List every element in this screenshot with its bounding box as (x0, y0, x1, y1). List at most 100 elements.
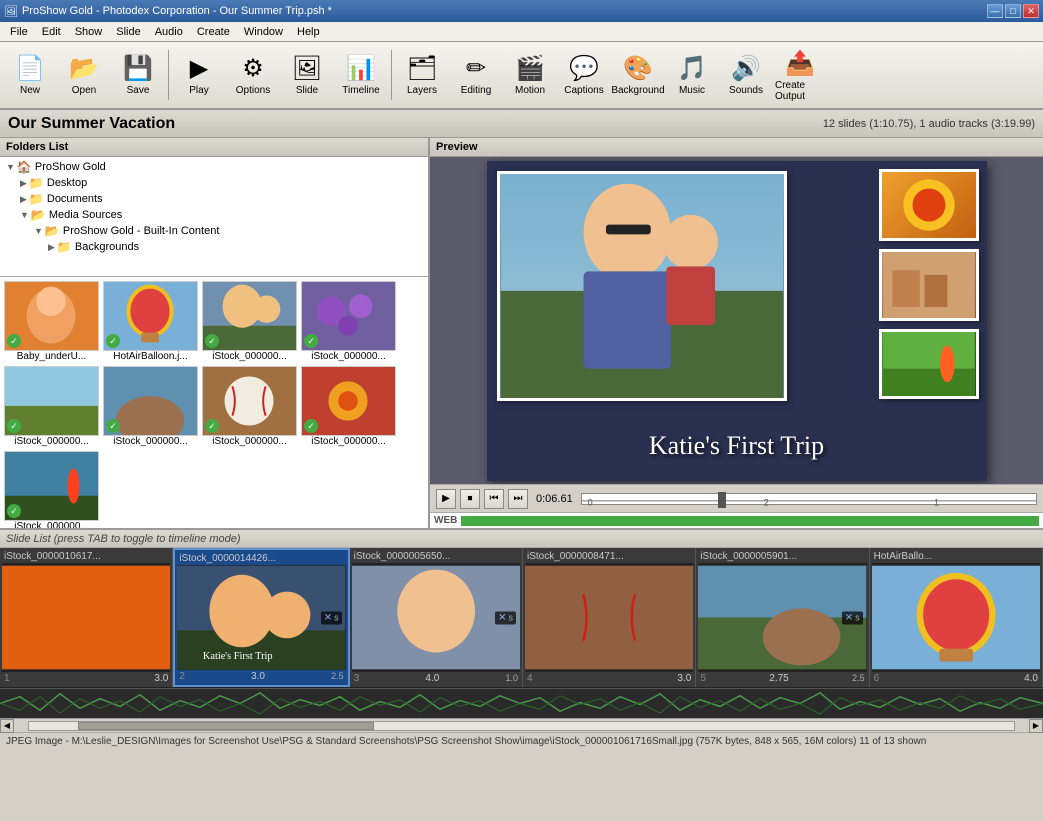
media-thumb-thumb7[interactable]: ✓ iStock_000000... (202, 366, 297, 447)
menu-item-help[interactable]: Help (291, 24, 326, 40)
progress-bar[interactable]: 0 2 1 (581, 493, 1037, 505)
folder-item-media-sources[interactable]: ▼ 📂 Media Sources (2, 207, 426, 223)
toolbar-btn-open[interactable]: 📂 Open (58, 45, 110, 105)
folder-icon: 📁 (57, 240, 72, 254)
toolbar-btn-new[interactable]: 📄New (4, 45, 56, 105)
sounds-icon: 🔊 (731, 54, 761, 83)
scroll-left-button[interactable]: ◀ (0, 719, 14, 733)
statusbar: JPEG Image - M:\Leslie_DESIGN\Images for… (0, 732, 1043, 750)
media-thumb-thumb4[interactable]: ✓ iStock_000000... (301, 281, 396, 362)
folder-item-proshow-gold[interactable]: ▼ 🏠 ProShow Gold (2, 159, 426, 175)
toolbar-btn-background[interactable]: 🎨Background (612, 45, 664, 105)
menu-item-audio[interactable]: Audio (149, 24, 189, 40)
scroll-right-button[interactable]: ▶ (1029, 719, 1043, 733)
preview-controls: ▶ ⏹ ⏮ ⏭ 0:06.61 0 2 1 (430, 484, 1043, 512)
media-thumb-img-thumb5: ✓ (4, 366, 99, 436)
folder-item-proshow-builtin[interactable]: ▼ 📂 ProShow Gold - Built-In Content (2, 223, 426, 239)
media-thumb-thumb2[interactable]: ✓ HotAirBalloon.j... (103, 281, 198, 362)
project-info: 12 slides (1:10.75), 1 audio tracks (3:1… (823, 118, 1035, 130)
slide-item-3[interactable]: iStock_0000008471... 4 3.0 (523, 548, 696, 687)
music-label: Music (679, 85, 705, 96)
media-thumb-label-thumb9: iStock_000000... (14, 521, 89, 528)
slide-item-2[interactable]: iStock_0000005650... ✕s 3 4.0 1.0 (350, 548, 523, 687)
media-thumb-thumb5[interactable]: ✓ iStock_000000... (4, 366, 99, 447)
media-thumb-img-thumb6: ✓ (103, 366, 198, 436)
menu-item-slide[interactable]: Slide (110, 24, 146, 40)
preview-photo-4 (879, 329, 979, 399)
slide-num-2: 3 (354, 673, 360, 684)
next-button[interactable]: ⏭ (508, 489, 528, 509)
slide-item-0[interactable]: iStock_0000010617... 1 3.0 (0, 548, 173, 687)
stop-button[interactable]: ⏹ (460, 489, 480, 509)
slide-header-1: iStock_0000014426... (177, 552, 345, 565)
folder-item-documents[interactable]: ▶ 📁 Documents (2, 191, 426, 207)
media-thumb-thumb6[interactable]: ✓ iStock_000000... (103, 366, 198, 447)
play-label: Play (189, 85, 208, 96)
toolbar-btn-play[interactable]: ▶ Play (173, 45, 225, 105)
menu-item-file[interactable]: File (4, 24, 34, 40)
preview-photo-3 (879, 249, 979, 321)
hscroll-track[interactable] (28, 721, 1015, 731)
slide-list-toggle[interactable]: Slide List (press TAB to toggle to timel… (6, 533, 241, 545)
slide-item-1[interactable]: iStock_0000014426... Katie's First Trip … (173, 548, 349, 687)
motion-icon: 🎬 (515, 54, 545, 83)
slide-header-5: HotAirBallo... (872, 550, 1040, 563)
media-thumb-label-thumb3: iStock_000000... (212, 351, 287, 362)
toolbar-btn-save[interactable]: 💾Save (112, 45, 164, 105)
new-label: New (20, 85, 40, 96)
slide-item-5[interactable]: HotAirBallo... 6 4.0 (870, 548, 1043, 687)
slide-thumb-2: ✕s (352, 563, 520, 672)
audio-strip (0, 688, 1043, 718)
folder-item-backgrounds[interactable]: ▶ 📁 Backgrounds (2, 239, 426, 255)
folder-tree[interactable]: ▼ 🏠 ProShow Gold ▶ 📁 Desktop ▶ 📁 Documen… (0, 157, 428, 277)
media-thumb-label-thumb2: HotAirBalloon.j... (113, 351, 187, 362)
expand-icon: ▼ (34, 226, 43, 236)
menu-item-window[interactable]: Window (238, 24, 289, 40)
toolbar-btn-editing[interactable]: ✏Editing (450, 45, 502, 105)
toolbar-btn-slide[interactable]: 🖼Slide (281, 45, 333, 105)
close-button[interactable]: ✕ (1023, 4, 1039, 18)
folder-label: Media Sources (49, 209, 122, 221)
slide-icon: 🖼 (292, 54, 322, 83)
toolbar-btn-motion[interactable]: 🎬Motion (504, 45, 556, 105)
toolbar-btn-create-output[interactable]: 📤Create Output (774, 45, 826, 105)
media-thumb-thumb9[interactable]: ✓ iStock_000000... (4, 451, 99, 528)
slide-filmstrip[interactable]: iStock_0000010617... 1 3.0 iStock_000001… (0, 548, 1043, 688)
prev-button[interactable]: ⏮ (484, 489, 504, 509)
media-thumb-thumb3[interactable]: ✓ iStock_000000... (202, 281, 297, 362)
slide-dur-2: 4.0 (425, 673, 439, 684)
hscroll-thumb[interactable] (78, 722, 374, 730)
toolbar-btn-sounds[interactable]: 🔊Sounds (720, 45, 772, 105)
minimize-button[interactable]: — (987, 4, 1003, 18)
folder-label: ProShow Gold (35, 161, 106, 173)
menu-item-show[interactable]: Show (69, 24, 109, 40)
play-icon: ▶ (190, 54, 208, 83)
folder-label: Backgrounds (75, 241, 139, 253)
media-thumb-thumb1[interactable]: ✓ Baby_underU... (4, 281, 99, 362)
project-title: Our Summer Vacation (8, 115, 175, 133)
folders-header: Folders List (0, 138, 428, 157)
toolbar-btn-captions[interactable]: 💬Captions (558, 45, 610, 105)
slide-item-4[interactable]: iStock_0000005901... ✕s 5 2.75 2.5 (696, 548, 869, 687)
open-label: Open (72, 85, 96, 96)
slide-thumb-1: Katie's First Trip ✕s (177, 565, 345, 670)
slide-footer-1: 2 3.0 2.5 (177, 670, 345, 683)
create-output-label: Create Output (775, 80, 825, 102)
media-thumb-thumb8[interactable]: ✓ iStock_000000... (301, 366, 396, 447)
menu-item-edit[interactable]: Edit (36, 24, 67, 40)
toolbar-btn-options[interactable]: ⚙Options (227, 45, 279, 105)
toolbar-btn-music[interactable]: 🎵Music (666, 45, 718, 105)
folder-item-desktop[interactable]: ▶ 📁 Desktop (2, 175, 426, 191)
open-icon: 📂 (69, 54, 99, 83)
menu-item-create[interactable]: Create (191, 24, 236, 40)
play-button[interactable]: ▶ (436, 489, 456, 509)
maximize-button[interactable]: □ (1005, 4, 1021, 18)
toolbar-btn-timeline[interactable]: 📊Timeline (335, 45, 387, 105)
toolbar-btn-layers[interactable]: 🗂Layers (396, 45, 448, 105)
slide-header-2: iStock_0000005650... (352, 550, 520, 563)
progress-thumb[interactable] (718, 492, 726, 508)
slide-dur-4: 2.75 (769, 673, 788, 684)
preview-header: Preview (430, 138, 1043, 157)
slide-thumb-3 (525, 563, 693, 672)
transition-badge-1: ✕s (321, 611, 342, 624)
